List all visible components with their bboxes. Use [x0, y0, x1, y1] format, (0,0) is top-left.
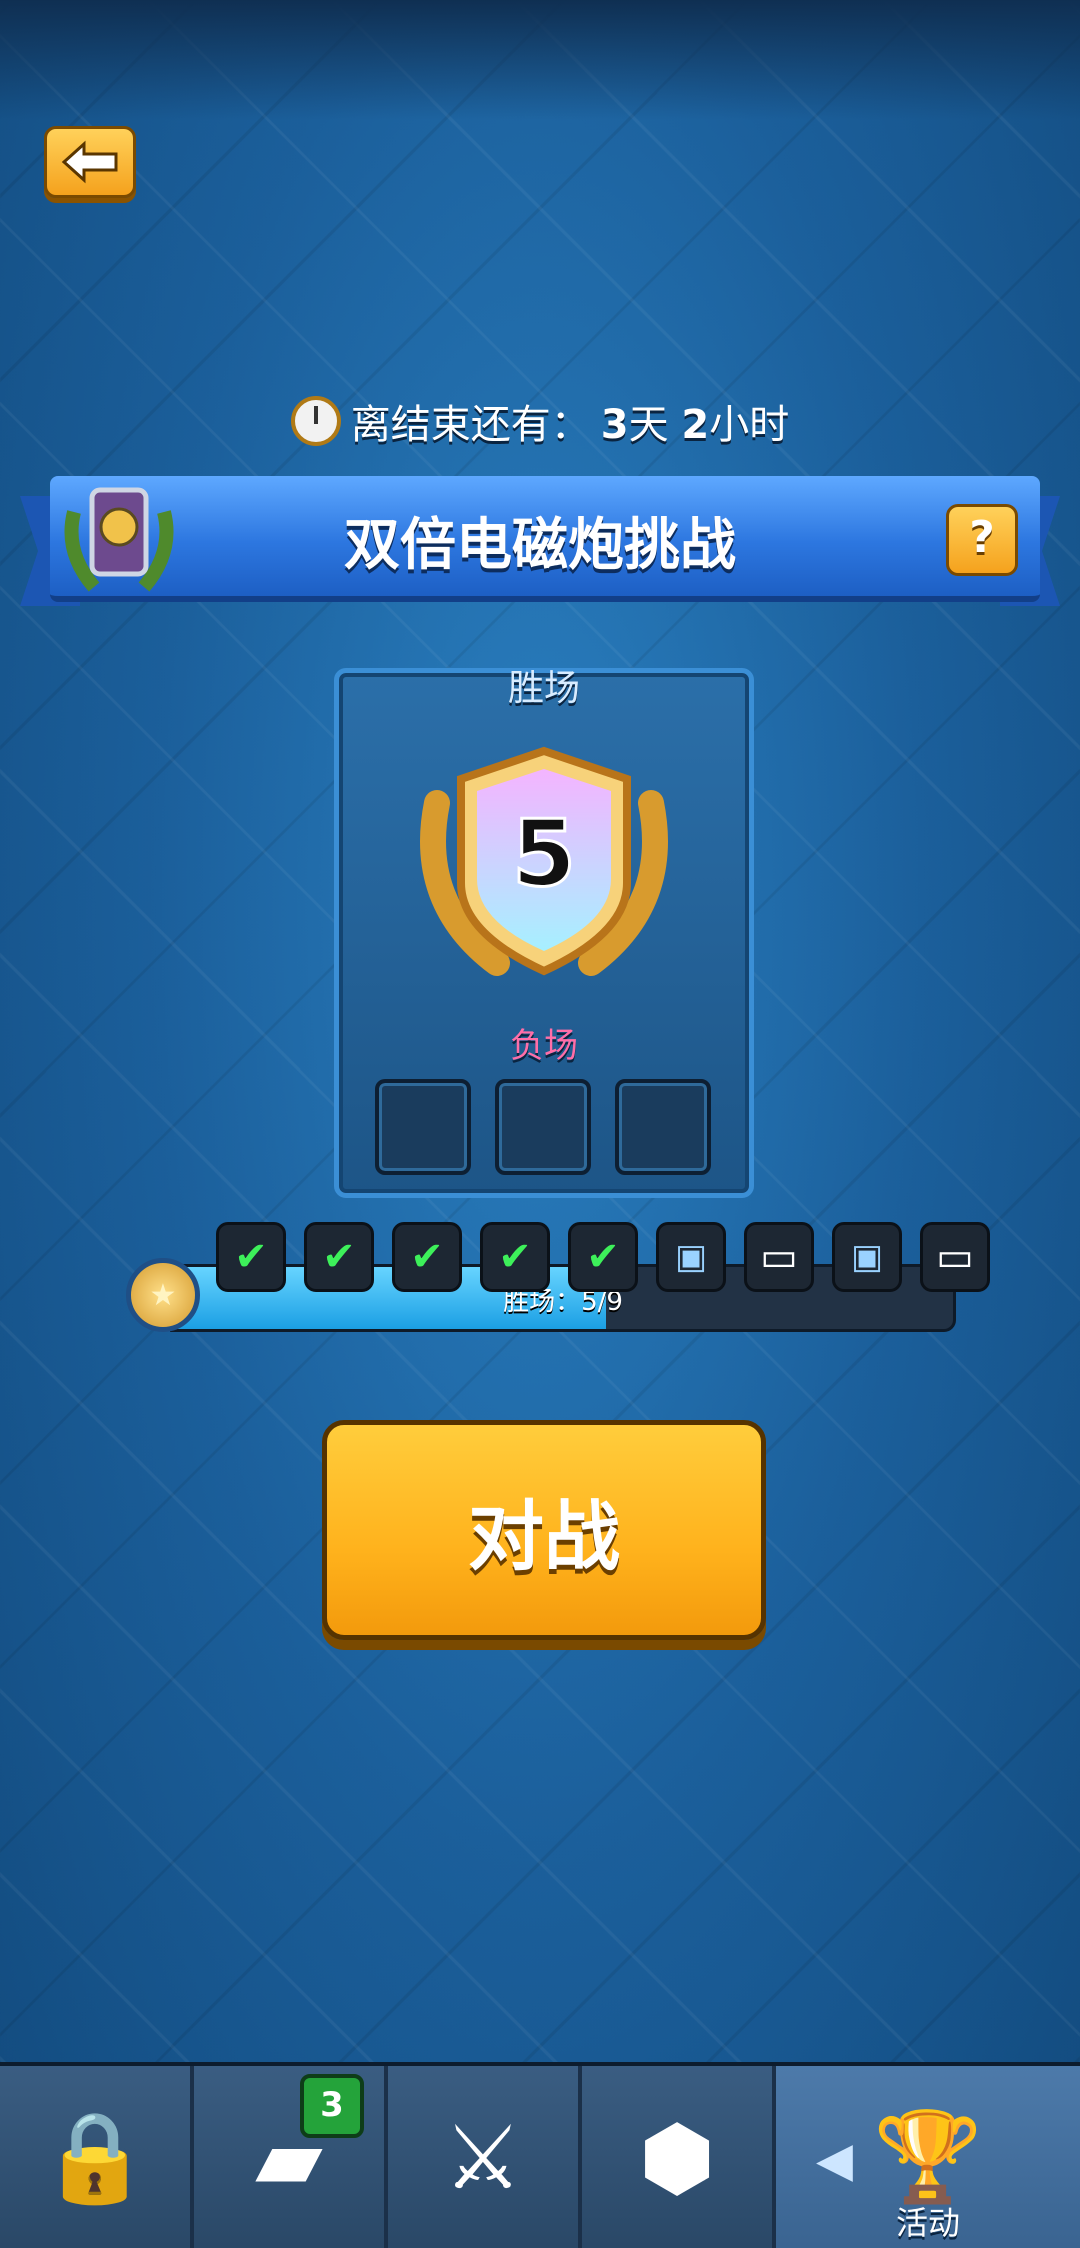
- checkmark-icon: ✔: [480, 1222, 550, 1292]
- loss-slot: [375, 1079, 471, 1175]
- star-medal-icon: ★: [126, 1258, 200, 1332]
- collapse-arrow-icon[interactable]: ◀: [816, 2132, 853, 2188]
- back-arrow-icon: [61, 140, 118, 184]
- checkmark-icon: ✔: [304, 1222, 374, 1292]
- wins-laurel-badge: 5: [420, 746, 668, 976]
- help-button[interactable]: ?: [946, 504, 1018, 576]
- timer-hours: 2: [681, 402, 710, 448]
- shop-chest-icon: 🔒: [40, 2105, 150, 2208]
- timer-day-unit: 天: [628, 402, 669, 448]
- tab-battle[interactable]: ⚔: [388, 2066, 582, 2248]
- tab-shop[interactable]: 🔒: [0, 2066, 194, 2248]
- battle-button[interactable]: 对战: [322, 1420, 766, 1640]
- back-button[interactable]: [44, 126, 136, 198]
- checkmark-icon: ✔: [392, 1222, 462, 1292]
- tab-cards[interactable]: ▰ 3: [194, 2066, 388, 2248]
- card-reward-icon[interactable]: ▭: [920, 1222, 990, 1292]
- timer-prefix: 离结束还有：: [350, 402, 591, 448]
- challenge-banner: 双倍电磁炮挑战 ?: [20, 476, 1060, 616]
- events-icon: 🏆: [873, 2105, 983, 2208]
- chest-reward-icon[interactable]: ▣: [656, 1222, 726, 1292]
- card-reward-icon[interactable]: ▭: [744, 1222, 814, 1292]
- event-timer: 离结束还有： 3天 2小时: [0, 392, 1080, 450]
- loss-slot: [615, 1079, 711, 1175]
- score-panel: 胜场 5 负场: [334, 668, 754, 1198]
- challenge-title: 双倍电磁炮挑战: [344, 513, 736, 578]
- clan-icon: ⬢: [638, 2105, 716, 2209]
- loss-slot: [495, 1079, 591, 1175]
- timer-days: 3: [600, 402, 629, 448]
- tab-events[interactable]: ◀ 🏆 活动: [776, 2066, 1080, 2248]
- bottom-nav: 🔒 ▰ 3 ⚔ ⬢ ◀ 🏆 活动: [0, 2062, 1080, 2248]
- top-shade: [0, 0, 1080, 120]
- wins-value: 5: [512, 800, 576, 907]
- tab-clan[interactable]: ⬢: [582, 2066, 776, 2248]
- cards-badge: 3: [300, 2074, 364, 2138]
- clock-icon: [290, 396, 341, 446]
- wins-label: 胜场: [507, 668, 580, 709]
- events-label: 活动: [895, 2204, 960, 2242]
- checkmark-icon: ✔: [216, 1222, 286, 1292]
- loss-label: 负场: [510, 1026, 578, 1066]
- checkmark-icon: ✔: [568, 1222, 638, 1292]
- chest-reward-icon[interactable]: ▣: [832, 1222, 902, 1292]
- battle-swords-icon: ⚔: [443, 2105, 523, 2209]
- timer-hour-unit: 小时: [709, 402, 790, 448]
